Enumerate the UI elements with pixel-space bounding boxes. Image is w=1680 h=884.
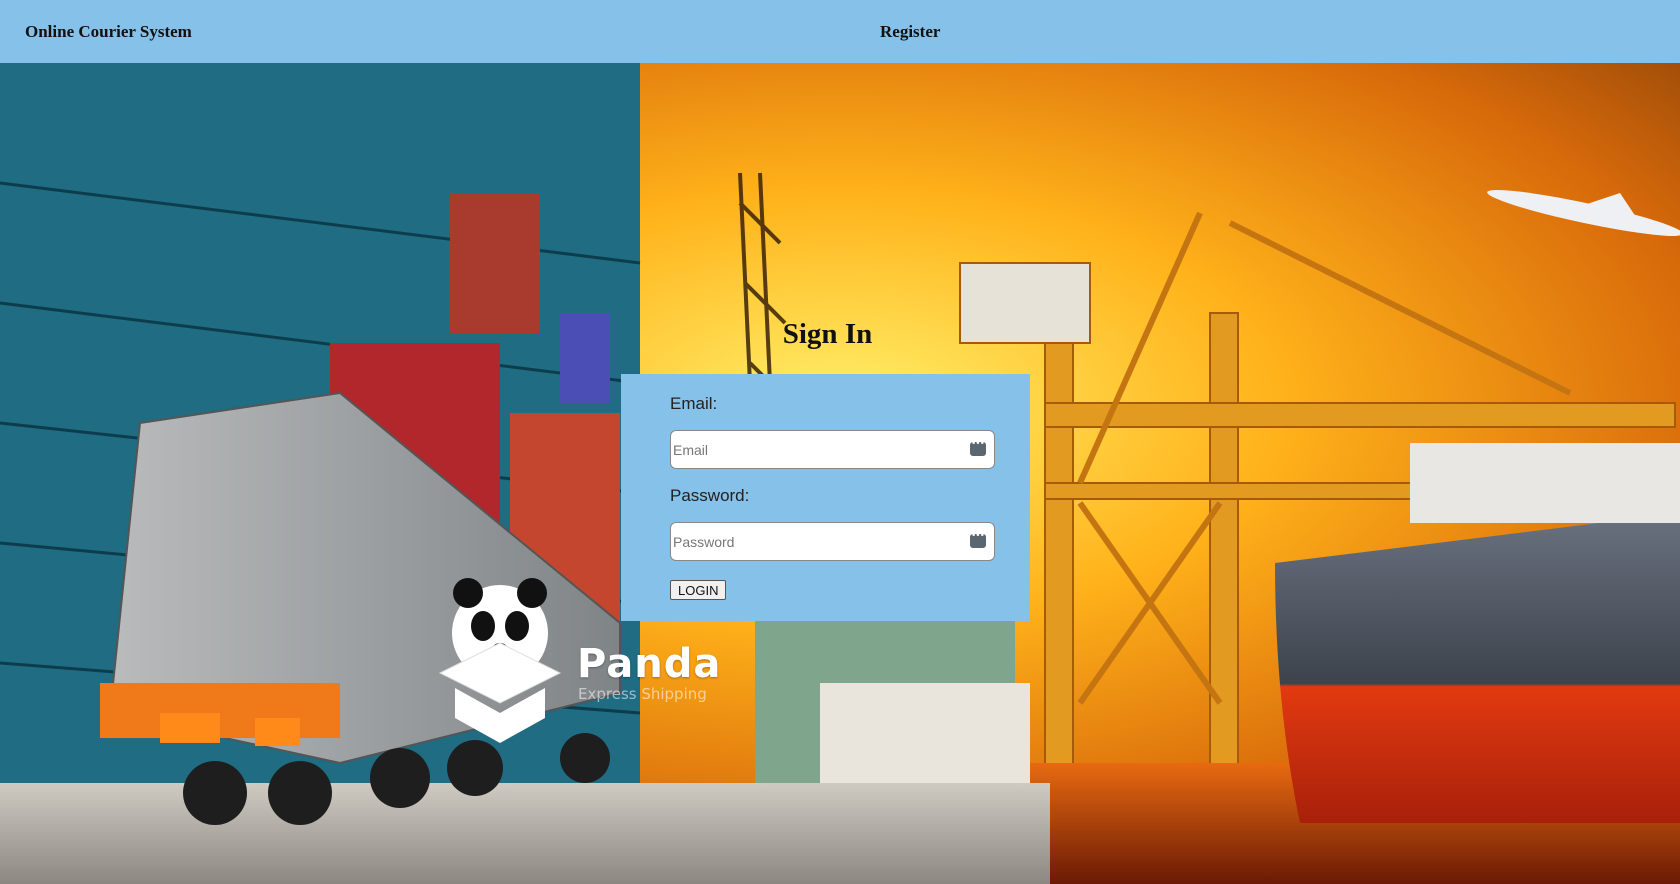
login-form: Email: Password: LOGIN (621, 374, 1030, 621)
email-input[interactable] (673, 431, 958, 468)
register-link[interactable]: Register (880, 22, 940, 42)
password-manager-icon[interactable] (970, 439, 986, 456)
top-navbar: Online Courier System Register (0, 0, 1680, 63)
password-manager-icon[interactable] (970, 531, 986, 548)
email-field (670, 430, 995, 469)
brand-title[interactable]: Online Courier System (25, 22, 192, 42)
panda-logo-wordmark: Panda (577, 641, 722, 687)
signin-heading: Sign In (782, 318, 873, 350)
password-label: Password: (670, 486, 750, 505)
panda-logo-tagline: Express Shipping (578, 685, 707, 703)
password-input[interactable] (673, 523, 958, 560)
login-button[interactable]: LOGIN (670, 580, 727, 600)
email-label: Email: (670, 394, 718, 413)
password-field (670, 522, 995, 561)
